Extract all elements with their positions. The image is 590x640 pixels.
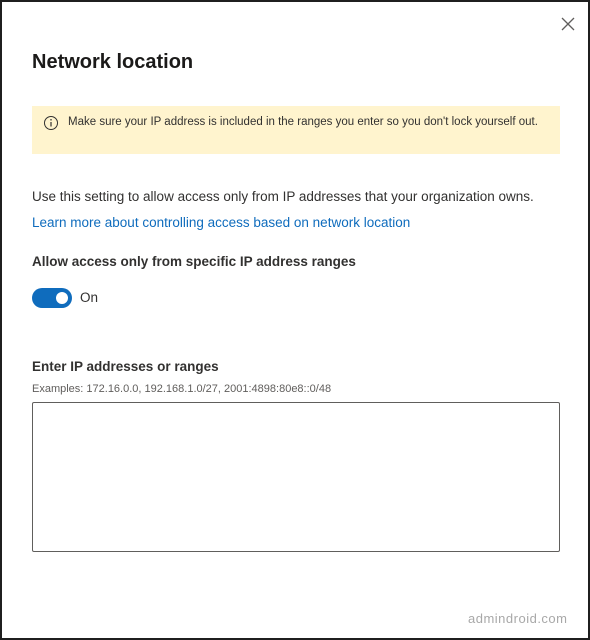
network-location-panel: Network location Make sure your IP addre… <box>0 0 590 640</box>
allow-access-label: Allow access only from specific IP addre… <box>32 254 356 269</box>
close-button[interactable] <box>558 14 578 34</box>
description-text: Use this setting to allow access only fr… <box>32 189 534 204</box>
ip-ranges-input[interactable] <box>32 402 560 552</box>
allow-access-toggle[interactable] <box>32 288 72 308</box>
toggle-state-label: On <box>80 290 99 305</box>
page-title: Network location <box>32 51 194 73</box>
warning-text: Make sure your IP address is included in… <box>68 116 538 128</box>
warning-message-bar: Make sure your IP address is included in… <box>32 106 560 154</box>
info-icon <box>44 116 58 130</box>
close-icon <box>561 17 575 31</box>
ip-ranges-examples: Examples: 172.16.0.0, 192.168.1.0/27, 20… <box>32 383 332 395</box>
ip-ranges-label: Enter IP addresses or ranges <box>32 359 219 374</box>
toggle-knob <box>56 292 68 304</box>
watermark-text: admindroid.com <box>468 611 568 626</box>
learn-more-link[interactable]: Learn more about controlling access base… <box>32 214 410 232</box>
